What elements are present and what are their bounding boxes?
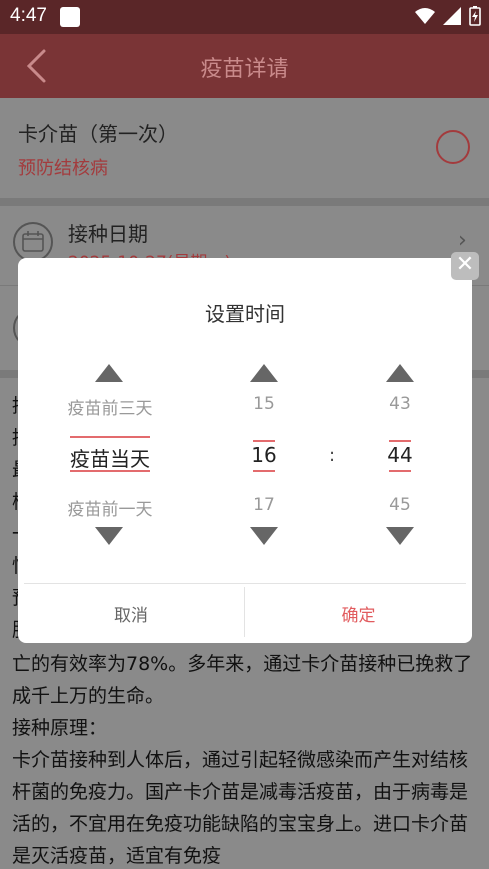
article-paragraph: 亡的有效率为78%。多年来，通过卡介苗接种已挽救了成千上万的生命。 [12,653,473,707]
status-time: 4:47 [10,5,47,26]
app-bar: 疫苗详请 [0,34,489,98]
status-icons [415,6,481,26]
dialog-title: 设置时间 [205,302,285,326]
status-bar: 4:47 [0,0,489,34]
battery-icon [469,6,481,26]
hour-bottom-underline [253,470,275,472]
set-time-dialog: ✕ 设置时间 疫苗前三天 疫苗当天 疫苗前一天 15 16 17 : 43 44… [18,252,479,643]
day-bottom-underline [70,470,150,472]
article-paragraph: 卡介苗接种到人体后，通过引起轻微感染而产生对结核杆菌的免疫力。国产卡介苗是减毒活… [12,749,469,867]
hour-option-prev[interactable]: 15 [234,394,294,414]
done-checkbox[interactable] [436,130,470,164]
day-top-underline [70,436,150,438]
day-down-arrow-icon[interactable] [95,527,123,545]
day-selected[interactable]: 疫苗当天 [48,443,172,472]
hour-selected[interactable]: 16 [234,443,294,467]
page-title: 疫苗详请 [200,57,289,82]
day-up-arrow-icon[interactable] [95,364,123,382]
notification-icon [60,7,80,27]
vaccine-header: 卡介苗（第一次） 预防结核病 [0,98,489,198]
cancel-button[interactable]: 取消 [18,601,244,626]
day-option-next[interactable]: 疫苗前一天 [48,495,172,520]
signal-icon [443,7,461,25]
hour-option-next[interactable]: 17 [234,495,294,515]
minute-top-underline [389,440,411,442]
minute-option-next[interactable]: 45 [370,495,430,515]
vaccine-prevents: 预防结核病 [18,158,108,179]
section-divider [0,198,489,206]
minute-bottom-underline [389,470,411,472]
chevron-right-icon: › [458,228,467,253]
confirm-button[interactable]: 确定 [245,601,472,626]
minute-option-prev[interactable]: 43 [370,394,430,414]
close-icon[interactable]: ✕ [451,252,479,280]
vaccination-date-label: 接种日期 [68,222,148,246]
article-heading: 接种原理： [12,717,108,739]
dialog-divider [24,583,466,584]
wifi-icon [415,8,435,24]
time-separator: : [329,445,336,466]
calendar-icon [13,222,53,262]
minute-up-arrow-icon[interactable] [386,364,414,382]
vaccine-name: 卡介苗（第一次） [18,122,178,146]
hour-down-arrow-icon[interactable] [250,527,278,545]
hour-up-arrow-icon[interactable] [250,364,278,382]
minute-selected[interactable]: 44 [370,443,430,467]
minute-down-arrow-icon[interactable] [386,527,414,545]
hour-top-underline [253,440,275,442]
day-option-prev[interactable]: 疫苗前三天 [48,394,172,419]
